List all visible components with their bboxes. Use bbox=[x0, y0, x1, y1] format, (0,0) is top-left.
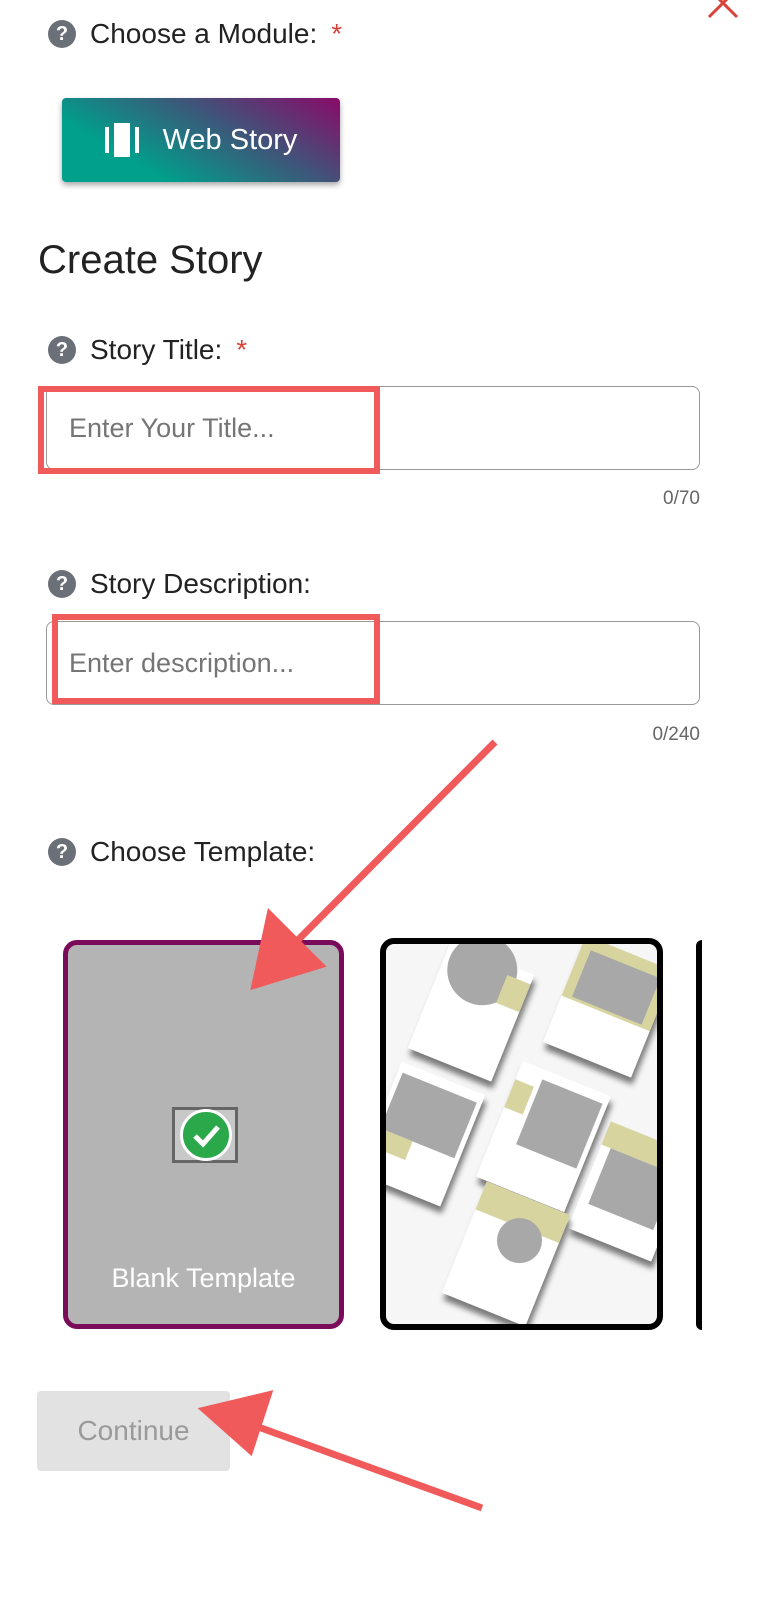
template-thumbnail bbox=[386, 944, 657, 1324]
story-description-input[interactable] bbox=[46, 621, 700, 705]
story-title-label-text: Story Title: bbox=[90, 334, 223, 365]
next-template-card-edge[interactable] bbox=[696, 940, 702, 1330]
help-icon[interactable]: ? bbox=[48, 20, 76, 48]
page-title: Create Story bbox=[38, 238, 263, 282]
check-icon bbox=[180, 1109, 232, 1161]
web-story-module-button[interactable]: Web Story bbox=[62, 98, 340, 182]
required-mark: * bbox=[236, 334, 248, 365]
web-story-label: Web Story bbox=[162, 123, 298, 156]
story-description-label: ? Story Description: bbox=[48, 568, 311, 600]
story-description-label-text: Story Description: bbox=[90, 568, 311, 599]
web-story-icon bbox=[104, 123, 139, 157]
choose-template-label: ? Choose Template: bbox=[48, 836, 315, 868]
required-mark: * bbox=[331, 18, 343, 49]
help-icon[interactable]: ? bbox=[48, 838, 76, 866]
template-card[interactable] bbox=[380, 938, 663, 1330]
blank-template-label: Blank Template bbox=[111, 1263, 296, 1293]
choose-template-label-text: Choose Template: bbox=[90, 836, 316, 867]
help-icon[interactable]: ? bbox=[48, 336, 76, 364]
continue-button[interactable]: Continue bbox=[37, 1391, 230, 1471]
title-char-counter: 0/70 bbox=[663, 488, 700, 509]
module-label: ? Choose a Module: * bbox=[48, 18, 342, 50]
help-icon[interactable]: ? bbox=[48, 570, 76, 598]
close-icon[interactable] bbox=[706, 0, 740, 20]
module-label-text: Choose a Module: bbox=[90, 18, 318, 49]
blank-template-card[interactable]: Blank Template bbox=[63, 940, 344, 1329]
story-title-input[interactable] bbox=[46, 386, 700, 470]
story-title-label: ? Story Title: * bbox=[48, 334, 247, 366]
description-char-counter: 0/240 bbox=[652, 724, 700, 745]
